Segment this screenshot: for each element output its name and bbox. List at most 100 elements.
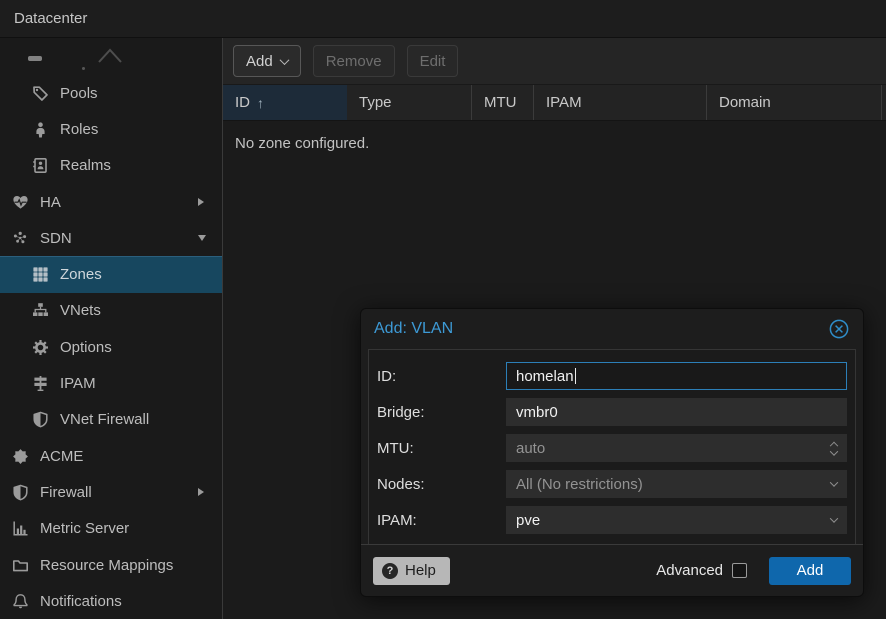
mtu-spinner-input[interactable]: auto (506, 434, 847, 462)
folder-icon (11, 557, 29, 574)
sidebar-item-label: Notifications (40, 593, 122, 610)
column-header-ipam[interactable]: IPAM (534, 85, 707, 120)
add-button-label: Add (246, 53, 273, 70)
column-header-type[interactable]: Type (347, 85, 472, 120)
sidebar-item-label: VNets (60, 302, 101, 319)
close-icon (828, 318, 850, 340)
nodes-field-label: Nodes: (377, 470, 506, 498)
field-row-ipam: IPAM: pve (377, 506, 847, 534)
sdn-icon (11, 230, 29, 247)
sidebar-scroll-indicator (0, 38, 222, 75)
sidebar-item-label: Roles (60, 121, 98, 138)
expand-expanded-icon[interactable] (198, 235, 206, 241)
sidebar-item-label: Metric Server (40, 520, 129, 537)
dialog-header[interactable]: Add: VLAN (361, 309, 863, 349)
sidebar-item-label: Resource Mappings (40, 557, 173, 574)
user-icon (31, 121, 49, 138)
field-row-bridge: Bridge: vmbr0 (377, 398, 847, 426)
shield-icon (31, 411, 49, 428)
sidebar-item-label: Pools (60, 85, 98, 102)
sidebar-item-metric-server[interactable]: Metric Server (0, 511, 222, 547)
sidebar-item-vnets[interactable]: VNets (0, 293, 222, 329)
sidebar-item-vnet-firewall[interactable]: VNet Firewall (0, 402, 222, 438)
sidebar: Pools Roles Realms HA SDN (0, 38, 223, 619)
edit-button[interactable]: Edit (407, 45, 459, 77)
dialog-title: Add: VLAN (374, 320, 828, 338)
nodes-select-value: All (No restrictions) (516, 476, 643, 493)
id-input-value: homelan (516, 368, 574, 385)
nodes-select[interactable]: All (No restrictions) (506, 470, 847, 498)
column-label: Domain (719, 94, 771, 111)
ipam-select[interactable]: pve (506, 506, 847, 534)
column-label: IPAM (546, 94, 582, 111)
bridge-input-value: vmbr0 (516, 404, 558, 421)
sidebar-item-label: IPAM (60, 375, 96, 392)
sidebar-item-firewall[interactable]: Firewall (0, 474, 222, 510)
edit-button-label: Edit (420, 53, 446, 70)
dialog-add-button-label: Add (797, 562, 824, 579)
heartbeat-icon (11, 194, 29, 211)
add-vlan-dialog: Add: VLAN ID: homelan Bridge: vmbr0 MTU: (360, 308, 864, 597)
scroll-up-icon (96, 46, 124, 64)
help-button-label: Help (405, 562, 436, 579)
sidebar-item-notifications[interactable]: Notifications (0, 583, 222, 619)
id-field-label: ID: (377, 362, 506, 390)
column-header-domain[interactable]: Domain (707, 85, 882, 120)
map-signs-icon (31, 375, 49, 392)
field-row-nodes: Nodes: All (No restrictions) (377, 470, 847, 498)
sidebar-item-roles[interactable]: Roles (0, 111, 222, 147)
chevron-down-icon (830, 514, 838, 522)
address-book-icon (31, 157, 49, 174)
advanced-checkbox[interactable] (732, 563, 747, 578)
sidebar-item-ha[interactable]: HA (0, 184, 222, 220)
page-title: Datacenter (14, 10, 87, 27)
ipam-field-label: IPAM: (377, 506, 506, 534)
id-input[interactable]: homelan (506, 362, 847, 390)
sidebar-item-zones[interactable]: Zones (0, 256, 222, 292)
sidebar-item-label: SDN (40, 230, 72, 247)
dialog-add-button[interactable]: Add (769, 557, 851, 585)
column-header-id[interactable]: ID ↑ (223, 85, 347, 120)
chevron-down-icon (279, 55, 289, 65)
certificate-icon (11, 448, 29, 465)
sidebar-item-resource-mappings[interactable]: Resource Mappings (0, 547, 222, 583)
remove-button[interactable]: Remove (313, 45, 395, 77)
chevron-down-icon (830, 447, 838, 455)
add-button[interactable]: Add (233, 45, 301, 77)
text-caret (575, 368, 576, 384)
mtu-field-label: MTU: (377, 434, 506, 462)
advanced-label: Advanced (656, 562, 723, 579)
remove-button-label: Remove (326, 53, 382, 70)
sidebar-item-options[interactable]: Options (0, 329, 222, 365)
sidebar-item-pools[interactable]: Pools (0, 75, 222, 111)
ipam-select-value: pve (516, 512, 540, 529)
expand-collapsed-icon[interactable] (198, 198, 204, 206)
spinner-up-down-icon[interactable] (831, 440, 837, 456)
panel-titlebar: Datacenter (0, 0, 886, 38)
sidebar-item-label: ACME (40, 448, 83, 465)
dropdown-chevron-icon (831, 517, 837, 523)
column-label: ID (235, 94, 250, 111)
sidebar-item-label: VNet Firewall (60, 411, 149, 428)
help-button[interactable]: ? Help (373, 557, 450, 585)
sidebar-item-realms[interactable]: Realms (0, 148, 222, 184)
sidebar-item-sdn[interactable]: SDN (0, 220, 222, 256)
sidebar-item-label: HA (40, 194, 61, 211)
dialog-body: ID: homelan Bridge: vmbr0 MTU: auto (368, 349, 856, 545)
clipped-item-fragment-dot (82, 67, 85, 70)
dialog-footer: ? Help Advanced Add (361, 544, 863, 596)
column-header-mtu[interactable]: MTU (472, 85, 534, 120)
sidebar-item-acme[interactable]: ACME (0, 438, 222, 474)
expand-collapsed-icon[interactable] (198, 488, 204, 496)
zones-toolbar: Add Remove Edit (223, 38, 886, 85)
grid-icon (31, 266, 49, 283)
shield-icon (11, 484, 29, 501)
dialog-close-button[interactable] (828, 318, 850, 340)
bell-icon (11, 593, 29, 610)
mtu-input-value: auto (516, 440, 545, 457)
clipped-item-fragment (28, 56, 42, 61)
sidebar-item-ipam[interactable]: IPAM (0, 365, 222, 401)
grid-header-filler (882, 85, 886, 120)
column-label: Type (359, 94, 392, 111)
bridge-input[interactable]: vmbr0 (506, 398, 847, 426)
